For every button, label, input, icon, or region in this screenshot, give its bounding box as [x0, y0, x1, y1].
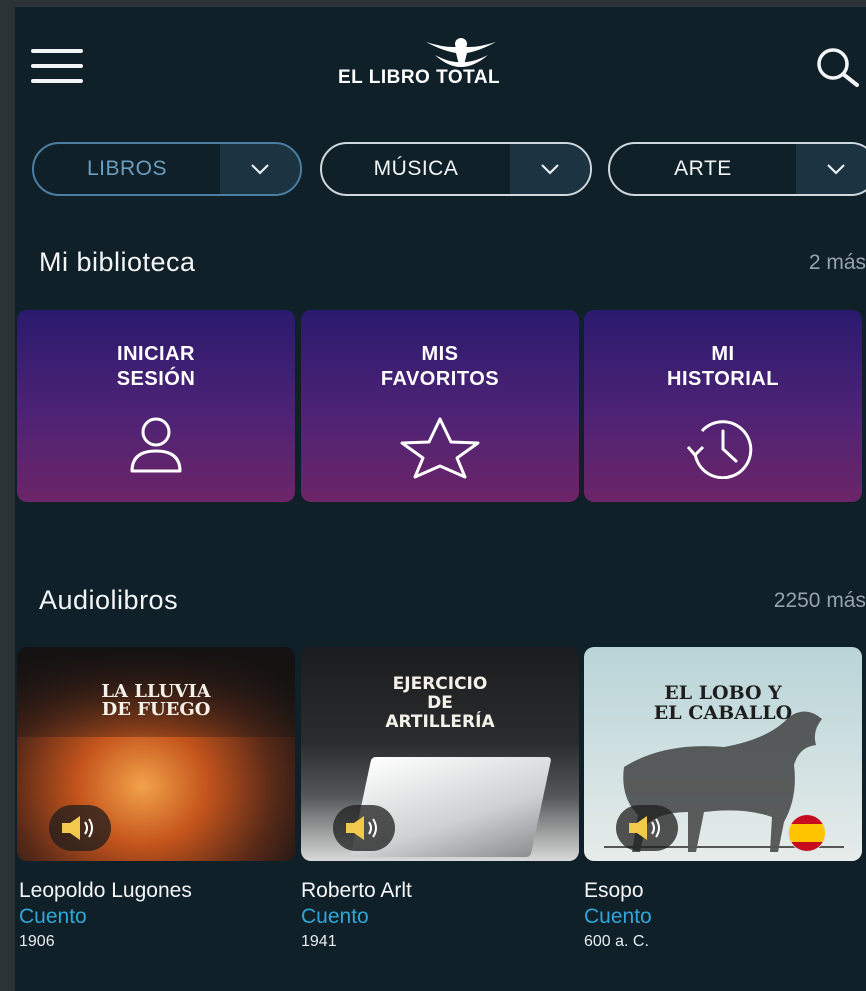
audio-badge	[49, 805, 111, 851]
cover-title: EJERCICIO DE ARTILLERÍA	[301, 675, 579, 732]
book-author[interactable]: Leopoldo Lugones	[19, 879, 192, 903]
category-label: LIBROS	[86, 157, 168, 180]
book-meta: Roberto Arlt Cuento 1941	[301, 879, 412, 951]
cover-title-line: ARTILLERÍA	[385, 712, 495, 732]
search-button[interactable]	[811, 45, 866, 90]
book-author[interactable]: Roberto Arlt	[301, 879, 412, 903]
spain-flag-icon	[788, 814, 826, 852]
category-pill-libros[interactable]: LIBROS	[32, 142, 302, 196]
search-icon	[817, 48, 859, 87]
cover-title: LA LLUVIA DE FUEGO	[17, 683, 295, 719]
cover-title-line: EL LOBO Y	[664, 682, 782, 704]
favorites-card[interactable]: MIS FAVORITOS	[301, 310, 579, 502]
speaker-icon	[629, 816, 660, 840]
book-genre[interactable]: Cuento	[19, 905, 192, 929]
speaker-icon	[346, 816, 377, 840]
book-cover-el-lobo-y-el-caballo[interactable]: EL LOBO Y EL CABALLO	[584, 647, 862, 861]
cover-title-line: DE FUEGO	[101, 699, 211, 720]
audio-badge	[616, 805, 678, 851]
book-cover-la-lluvia-de-fuego[interactable]: LA LLUVIA DE FUEGO	[17, 647, 295, 861]
library-more-link[interactable]: 2 más	[809, 251, 866, 275]
chevron-down-icon[interactable]	[220, 144, 300, 194]
cover-title-line: EL CABALLO	[653, 702, 793, 724]
category-label: ARTE	[674, 157, 732, 180]
app-screen: EL LIBRO TOTAL LIBROS MÚSICA ARTE Mi bib…	[15, 7, 866, 991]
cover-title-line: EJERCICIO	[392, 674, 488, 694]
speaker-icon	[62, 816, 93, 840]
menu-button[interactable]	[31, 47, 83, 85]
history-icon	[686, 420, 753, 479]
favorites-card-label: MIS FAVORITOS	[380, 343, 500, 390]
user-icon	[130, 417, 182, 473]
book-genre[interactable]: Cuento	[584, 905, 652, 929]
book-meta: Esopo Cuento 600 a. C.	[584, 879, 652, 951]
category-pill-musica[interactable]: MÚSICA	[320, 142, 592, 196]
book-year: 600 a. C.	[584, 933, 649, 950]
book-author[interactable]: Esopo	[584, 879, 652, 903]
login-card-label: INICIAR SESIÓN	[116, 343, 196, 390]
book-genre[interactable]: Cuento	[301, 905, 412, 929]
chevron-down-icon[interactable]	[796, 144, 866, 194]
category-label: MÚSICA	[373, 157, 459, 180]
book-year: 1941	[301, 933, 337, 950]
audiobooks-section-title: Audiolibros	[39, 585, 179, 615]
book-cover-ejercicio-de-artilleria[interactable]: EJERCICIO DE ARTILLERÍA	[301, 647, 579, 861]
star-icon	[400, 417, 480, 479]
hamburger-menu-icon	[31, 49, 83, 53]
logo-figure-icon	[426, 38, 496, 67]
logo-text: EL LIBRO TOTAL	[338, 67, 501, 88]
book-year: 1906	[19, 933, 55, 950]
history-card[interactable]: MI HISTORIAL	[584, 310, 862, 502]
audio-badge	[333, 805, 395, 851]
chevron-down-icon[interactable]	[510, 144, 590, 194]
cover-title-line: DE	[427, 693, 453, 713]
history-card-label: MI HISTORIAL	[667, 343, 779, 390]
app-logo[interactable]: EL LIBRO TOTAL	[338, 37, 568, 97]
login-card[interactable]: INICIAR SESIÓN	[17, 310, 295, 502]
book-meta: Leopoldo Lugones Cuento 1906	[19, 879, 192, 951]
library-section-title: Mi biblioteca	[39, 247, 196, 277]
hamburger-line	[31, 64, 83, 68]
cover-title: EL LOBO Y EL CABALLO	[584, 683, 862, 723]
category-pill-arte[interactable]: ARTE	[608, 142, 866, 196]
hamburger-line	[31, 79, 83, 83]
audiobooks-more-link[interactable]: 2250 más	[774, 589, 866, 613]
